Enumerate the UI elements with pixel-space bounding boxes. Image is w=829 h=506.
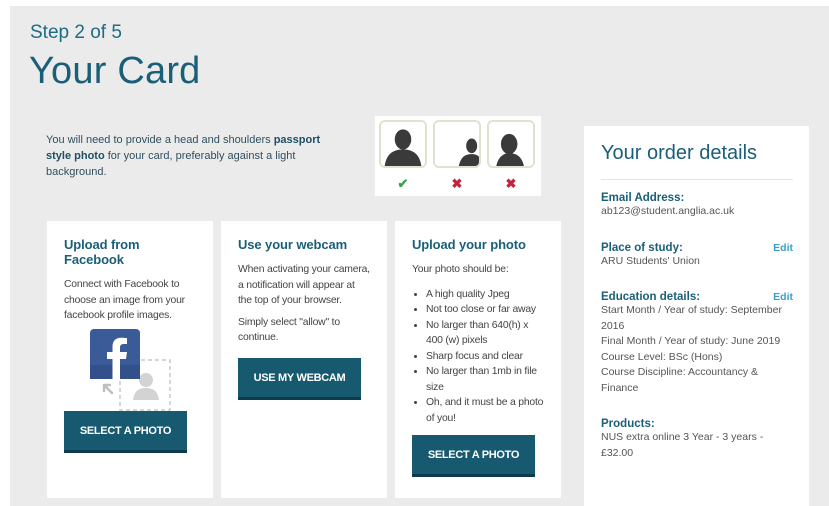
card-title: Upload from Facebook [64,237,140,267]
photo-examples: ✔ ✖ ✖ [375,116,541,196]
list-item: Sharp focus and clear [426,349,545,365]
check-icon: ✔ [397,176,409,191]
cross-icon: ✖ [451,176,463,191]
products-label: Products: [601,418,655,430]
edit-education-link[interactable]: Edit [773,291,793,303]
place-section: Place of study: Edit ARU Students' Union [601,242,793,270]
education-level: Course Level: BSc (Hons) [601,350,723,363]
upload-select-photo-button[interactable]: SELECT A PHOTO [412,435,535,477]
list-item: No larger than 1mb in file size [426,364,545,395]
card-text: Simply select "allow" to continue. [238,316,340,344]
card-title: Use your webcam [238,237,348,252]
list-item: No larger than 640(h) x 400 (w) pixels [426,318,545,349]
products-section: Products: NUS extra online 3 Year - 3 ye… [601,418,793,461]
card-text: Connect with Facebook to choose an image… [64,279,185,321]
facebook-icon [90,329,172,411]
facebook-select-photo-button[interactable]: SELECT A PHOTO [64,411,187,453]
intro-text-start: You will need to provide a head and shou… [46,134,274,146]
list-item: A high quality Jpeg [426,287,545,303]
list-item: Oh, and it must be a photo of you! [426,395,545,426]
education-discipline: Course Discipline: Accountancy & Finance [601,366,758,394]
place-label: Place of study: [601,241,683,254]
step-indicator: Step 2 of 5 [30,22,122,43]
intro-text: You will need to provide a head and shou… [46,132,346,180]
correct-photo-example [379,120,427,168]
email-section: Email Address: ab123@student.anglia.ac.u… [601,192,793,220]
edit-place-link[interactable]: Edit [773,242,793,254]
education-final: Final Month / Year of study: June 2019 [601,335,781,347]
too-far-photo-example [433,120,481,168]
list-item: Not too close or far away [426,302,545,318]
photo-requirements-list: A high quality Jpeg Not too close or far… [412,287,545,427]
card-text: Your photo should be: [412,264,509,275]
order-details-panel: Your order details Email Address: ab123@… [584,126,809,506]
products-value: NUS extra online 3 Year - 3 years - £32.… [601,431,764,459]
email-label: Email Address: [601,192,685,204]
education-start: Start Month / Year of study: September 2… [601,304,782,332]
card-title: Upload your photo [412,237,526,252]
email-value: ab123@student.anglia.ac.uk [601,205,735,217]
education-section: Education details: Edit Start Month / Ye… [601,291,793,396]
cross-icon: ✖ [505,176,517,191]
use-webcam-button[interactable]: USE MY WEBCAM [238,358,361,400]
order-title: Your order details [601,142,793,180]
page-title: Your Card [29,50,201,92]
side-profile-photo-example [487,120,535,168]
card-text: When activating your camera, a notificat… [238,264,370,306]
education-label: Education details: [601,291,701,303]
place-value: ARU Students' Union [601,254,700,267]
